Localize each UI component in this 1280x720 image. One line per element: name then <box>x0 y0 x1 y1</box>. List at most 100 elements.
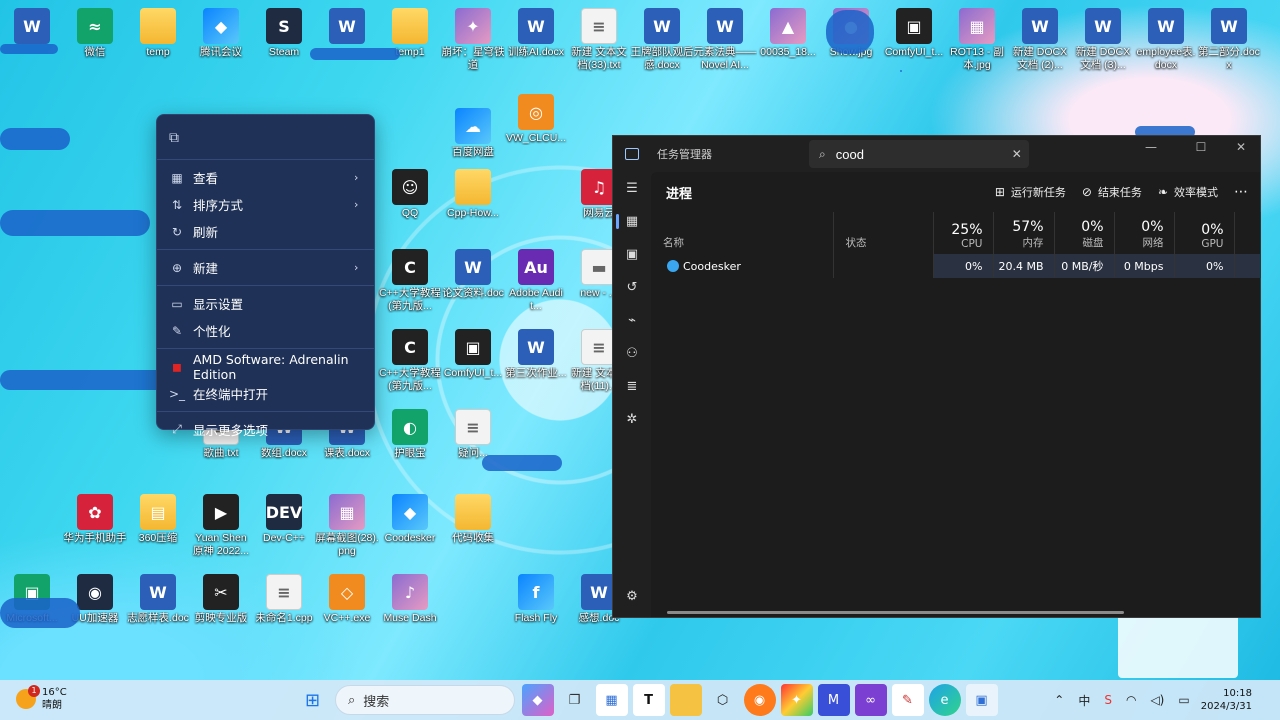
table-row[interactable]: Coodesker 0% 20.4 MB 0 MB/秒 0 Mbps 0% <box>651 254 1261 278</box>
file-explorer-icon[interactable] <box>669 684 702 716</box>
taskbar-search[interactable]: ⌕ 搜索 <box>335 685 515 715</box>
desktop-icon[interactable]: ✦ 崩坏：星穹铁道 <box>441 4 505 74</box>
desktop-icon[interactable]: ▦ 屏幕截图(28).png <box>315 490 379 560</box>
efficiency-mode-button[interactable]: ❧ 效率模式 <box>1158 184 1218 200</box>
desktop-icon[interactable]: ☁ 百度网盘 <box>441 104 505 174</box>
task-view-icon[interactable]: ❐ <box>559 684 591 716</box>
details-nav-icon[interactable]: ≣ <box>613 370 651 403</box>
context-menu-item[interactable]: ⇅ 排序方式 › <box>157 191 374 218</box>
mathcad-icon[interactable]: M <box>817 684 850 716</box>
colorful-app-icon[interactable]: ✦ <box>780 684 813 716</box>
minimize-button[interactable]: — <box>1133 140 1169 154</box>
sogou-icon[interactable]: S <box>1104 693 1112 707</box>
unity-icon[interactable]: ⬡ <box>707 684 739 716</box>
context-menu-item[interactable]: >_ 在终端中打开 <box>157 380 374 407</box>
weather-widget[interactable]: 1 16°C 晴朗 <box>16 685 67 712</box>
context-menu-item[interactable]: ▭ 显示设置 <box>157 290 374 317</box>
desktop-icon[interactable]: ▦ ROT13 - 副本.jpg <box>945 4 1009 74</box>
edge-icon[interactable]: e <box>928 684 961 716</box>
desktop-icon[interactable]: W 新建 DOCX 文档 (3)... <box>1071 4 1135 74</box>
desktop-icon[interactable]: ▣ ComfyUI_t... <box>882 4 946 74</box>
desktop-icon[interactable]: 代码收集 <box>441 490 505 560</box>
desktop-icon[interactable]: ▲ 00035_18... <box>756 4 820 74</box>
hamburger-menu-icon[interactable]: ☰ <box>613 172 651 205</box>
maximize-button[interactable]: ☐ <box>1183 140 1219 154</box>
desktop-icon[interactable]: Cpp-How... <box>441 165 505 235</box>
firefox-icon[interactable]: ◉ <box>743 684 776 716</box>
desktop-icon[interactable]: ▶ Yuan Shen 原神 2022... <box>189 490 253 560</box>
desktop-icon[interactable]: temp1 <box>378 4 442 74</box>
desktop-icon[interactable]: ◆ 腾讯会议 <box>189 4 253 74</box>
performance-nav-icon[interactable]: ▣ <box>613 238 651 271</box>
column-disk[interactable]: 0% 磁盘 <box>1054 212 1115 254</box>
desktop-icon[interactable]: ☺ QQ <box>378 165 442 235</box>
desktop-icon[interactable]: ✿ 华为手机助手 <box>63 490 127 560</box>
context-menu-item[interactable]: ▦ 查看 › <box>157 164 374 191</box>
desktop-icon[interactable]: W 第三次作业... <box>504 325 568 395</box>
end-task-button[interactable]: ⊘ 结束任务 <box>1082 184 1142 200</box>
desktop-icon[interactable]: ≡ 新建 文本文档(33).txt <box>567 4 631 74</box>
microsoft-store-icon[interactable]: ▦ <box>595 684 628 716</box>
desktop-icon[interactable]: ◎ VW_CLCU... <box>504 90 568 160</box>
desktop-icon[interactable]: Au Adobe Audit... <box>504 245 568 315</box>
desktop-icon[interactable]: ◆ Coodesker <box>378 490 442 560</box>
ime-toolbar[interactable] <box>1118 612 1238 678</box>
column-status[interactable]: 状态 <box>833 212 934 254</box>
wifi-icon[interactable]: ◠ <box>1126 693 1136 707</box>
desktop-icon[interactable]: W 第二部分.docx <box>1197 4 1261 74</box>
desktop-icon[interactable]: ◇ VC++.exe <box>315 570 379 640</box>
startup-apps-nav-icon[interactable]: ⌁ <box>613 304 651 337</box>
clipboard-icon[interactable]: ⧉ <box>169 130 179 146</box>
desktop-icon[interactable]: ♪ Muse Dash <box>378 570 442 640</box>
column-cpu[interactable]: 25% CPU <box>933 212 994 254</box>
desktop-icon[interactable]: ≈ 微信 <box>63 4 127 74</box>
editor-icon[interactable]: ✎ <box>891 684 924 716</box>
context-menu-item[interactable]: ✎ 个性化 <box>157 317 374 344</box>
context-menu-item[interactable]: ⤢ 显示更多选项 <box>157 416 374 443</box>
ime-indicator[interactable]: 中 <box>1078 692 1090 709</box>
desktop-icon[interactable]: Wemployee表.docx <box>1134 4 1198 74</box>
search-input[interactable] <box>835 146 1012 162</box>
desktop-icon[interactable]: C C++大学教程(第九版... <box>378 325 442 395</box>
visual-studio-icon[interactable]: ∞ <box>854 684 887 716</box>
users-nav-icon[interactable]: ⚇ <box>613 337 651 370</box>
desktop-icon[interactable]: temp <box>126 4 190 74</box>
desktop-icon[interactable]: W <box>0 4 64 74</box>
chevron-up-icon[interactable]: ⌃ <box>1054 693 1064 707</box>
volume-icon[interactable]: ◁) <box>1150 693 1164 707</box>
desktop-icon[interactable]: f Flash Fly <box>504 570 568 640</box>
close-button[interactable]: ✕ <box>1223 140 1259 154</box>
battery-icon[interactable]: ▭ <box>1178 693 1189 707</box>
desktop-icon[interactable]: C C++大学教程(第九版... <box>378 245 442 315</box>
desktop-icon[interactable]: W <box>315 4 379 74</box>
desktop-icon[interactable]: DEV Dev-C++ <box>252 490 316 560</box>
desktop-icon[interactable]: W 志愿样表.doc <box>126 570 190 640</box>
desktop-icon[interactable]: ▤ 360压缩 <box>126 490 190 560</box>
start-button[interactable]: ⊞ <box>297 684 329 716</box>
column-name[interactable]: 名称 <box>651 212 834 254</box>
horizontal-scrollbar[interactable] <box>667 611 1124 614</box>
copilot-icon[interactable]: ◆ <box>521 684 554 716</box>
desktop-icon[interactable]: W 元素法典——Novel AI... <box>693 4 757 74</box>
column-memory[interactable]: 57% 内存 <box>993 212 1055 254</box>
services-nav-icon[interactable]: ✲ <box>613 403 651 436</box>
run-new-task-button[interactable]: ⊞ 运行新任务 <box>995 184 1066 200</box>
desktop-icon[interactable]: W 论文资料.doc <box>441 245 505 315</box>
context-menu-item[interactable]: ↻ 刷新 <box>157 218 374 245</box>
more-options-icon[interactable]: ⋯ <box>1234 184 1248 200</box>
desktop-icon[interactable]: W 训练AI.docx <box>504 4 568 74</box>
desktop-icon[interactable]: ▣ ComfyUI_t... <box>441 325 505 395</box>
clock[interactable]: 10:18 2024/3/31 <box>1201 687 1252 713</box>
screenshot-icon[interactable]: ▣ <box>965 684 998 716</box>
typora-icon[interactable]: T <box>632 684 665 716</box>
desktop-icon[interactable]: W 新建 DOCX 文档 (2)... <box>1008 4 1072 74</box>
desktop-icon[interactable]: W 王牌部队观后感.docx <box>630 4 694 74</box>
app-history-nav-icon[interactable]: ↺ <box>613 271 651 304</box>
desktop-icon[interactable]: S Steam <box>252 4 316 74</box>
column-gpu[interactable]: 0% GPU <box>1174 212 1235 254</box>
desktop-icon[interactable]: ✂ 剪映专业版 <box>189 570 253 640</box>
settings-icon[interactable]: ⚙ <box>613 580 651 613</box>
processes-nav-icon[interactable]: ▦ <box>613 205 651 238</box>
desktop-icon[interactable]: ◐ 护眼宝 <box>378 405 442 475</box>
clear-search-icon[interactable]: ✕ <box>1012 147 1022 161</box>
